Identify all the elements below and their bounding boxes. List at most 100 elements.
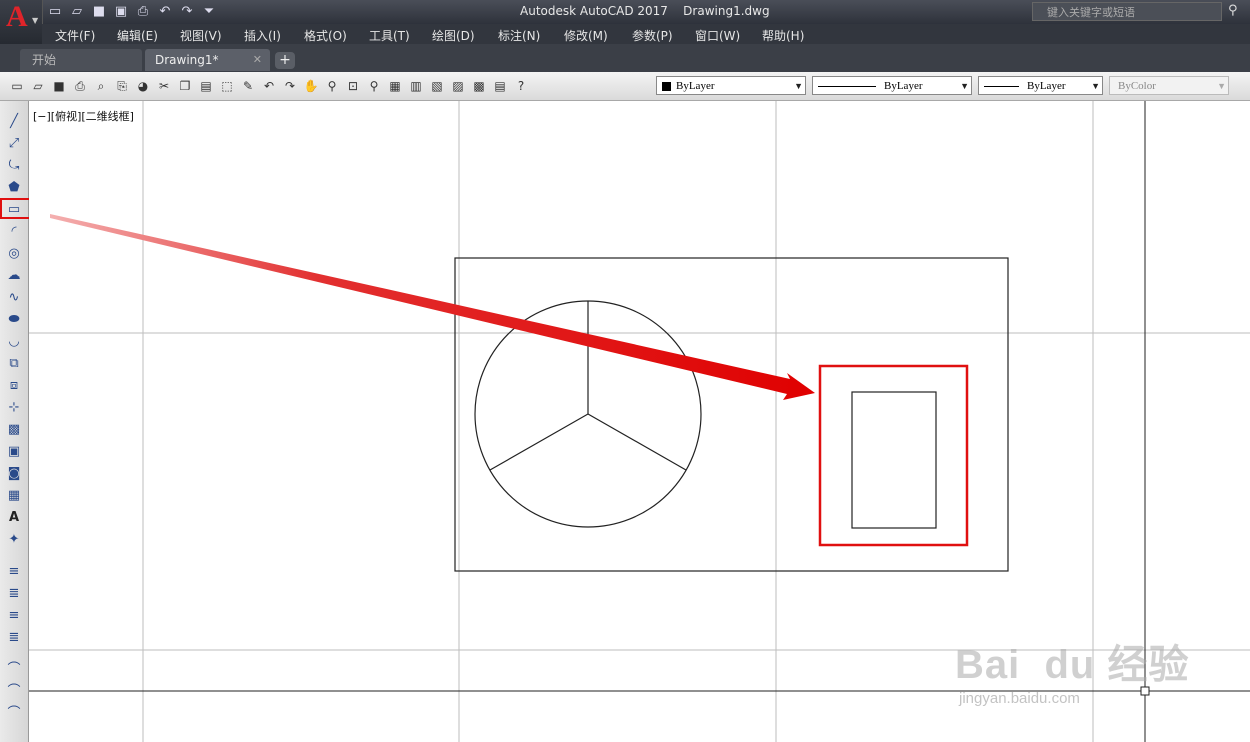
make-block-icon[interactable]: ⧈ xyxy=(5,377,23,395)
plotstyle-value: ByColor xyxy=(1118,80,1156,92)
block-editor-icon[interactable]: ✎ xyxy=(239,77,257,95)
revision-cloud-icon[interactable]: ☁ xyxy=(5,267,23,285)
redo-icon[interactable]: ↷ xyxy=(178,3,196,21)
tab-label: 开始 xyxy=(32,53,57,67)
design-center-icon[interactable]: ▥ xyxy=(407,77,425,95)
spoke-line[interactable] xyxy=(489,413,589,471)
customize-qat-icon[interactable]: ⏷ xyxy=(200,3,218,21)
tab-start[interactable]: 开始 xyxy=(20,49,142,71)
region-icon[interactable]: ◙ xyxy=(5,465,23,483)
linetype-control[interactable]: ByLayer ▼ xyxy=(812,76,972,95)
plotstyle-control: ByColor ▼ xyxy=(1109,76,1229,95)
copy-icon[interactable]: ❐ xyxy=(176,77,194,95)
save-as-icon[interactable]: ▣ xyxy=(112,3,130,21)
lineweight-control[interactable]: ByLayer ▼ xyxy=(978,76,1103,95)
menu-tools[interactable]: 工具(T) xyxy=(369,27,410,44)
hatch-icon[interactable]: ▩ xyxy=(5,421,23,439)
layer-states-icon[interactable]: ≣ xyxy=(5,585,23,603)
color-control[interactable]: ByLayer ▼ xyxy=(656,76,806,95)
gradient-icon[interactable]: ▣ xyxy=(5,443,23,461)
zoom-window-icon[interactable]: ⊡ xyxy=(344,77,362,95)
lineweight-value: ByLayer xyxy=(1027,80,1066,92)
properties-icon[interactable]: ▦ xyxy=(386,77,404,95)
menu-insert[interactable]: 插入(I) xyxy=(244,27,281,44)
print-icon[interactable]: ⎙ xyxy=(134,3,152,21)
circle-icon[interactable]: ◎ xyxy=(5,245,23,263)
insert-block-icon[interactable]: ⧉ xyxy=(5,355,23,373)
menu-window[interactable]: 窗口(W) xyxy=(695,27,740,44)
linetype-preview xyxy=(818,85,876,87)
polyline-icon[interactable]: ⤿ xyxy=(5,157,23,175)
menu-parameter[interactable]: 参数(P) xyxy=(632,27,673,44)
lineweight-preview xyxy=(984,85,1019,87)
edit-polyline-icon[interactable]: ⌒ xyxy=(5,661,23,679)
menu-format[interactable]: 格式(O) xyxy=(304,27,347,44)
undo-icon[interactable]: ↶ xyxy=(156,3,174,21)
construction-line-icon[interactable]: ⤢ xyxy=(5,135,23,153)
pointer-arrow xyxy=(50,214,815,400)
plot-preview-icon[interactable]: ⌕ xyxy=(92,77,110,95)
publish-icon[interactable]: ⎘ xyxy=(113,77,131,95)
edit-hatch-icon[interactable]: ⌒ xyxy=(5,705,23,723)
window-title: Autodesk AutoCAD 2017 Drawing1.dwg xyxy=(520,4,770,18)
undo-icon[interactable]: ↶ xyxy=(260,77,278,95)
tool-palettes-icon[interactable]: ▧ xyxy=(428,77,446,95)
viewport-label[interactable]: [−][俯视][二维线框] xyxy=(33,108,134,124)
close-icon[interactable]: ✕ xyxy=(253,49,262,71)
edit-spline-icon[interactable]: ⌒ xyxy=(5,683,23,701)
open-file-icon[interactable]: ▱ xyxy=(68,3,86,21)
point-icon[interactable]: ⊹ xyxy=(5,399,23,417)
menu-dimension[interactable]: 标注(N) xyxy=(498,27,540,44)
zoom-realtime-icon[interactable]: ⚲ xyxy=(323,77,341,95)
chevron-down-icon: ▼ xyxy=(794,81,803,91)
menu-help[interactable]: 帮助(H) xyxy=(762,27,804,44)
save-icon[interactable]: ■ xyxy=(50,77,68,95)
3d-print-icon[interactable]: ◕ xyxy=(134,77,152,95)
file-tab-bar: 开始 Drawing1* ✕ xyxy=(0,44,1250,72)
binoculars-icon[interactable]: ⚲ xyxy=(1228,3,1238,18)
markup-icon[interactable]: ▩ xyxy=(470,77,488,95)
calculator-icon[interactable]: ▤ xyxy=(491,77,509,95)
chevron-down-icon: ▼ xyxy=(32,16,39,25)
color-swatch xyxy=(662,81,671,91)
polygon-icon[interactable]: ⬟ xyxy=(5,179,23,197)
new-icon[interactable]: ▭ xyxy=(8,77,26,95)
zoom-previous-icon[interactable]: ⚲ xyxy=(365,77,383,95)
menu-file[interactable]: 文件(F) xyxy=(55,27,95,44)
pan-icon[interactable]: ✋ xyxy=(302,77,320,95)
line-icon[interactable]: ╱ xyxy=(5,113,23,131)
layer-previous-icon[interactable]: ≡ xyxy=(5,607,23,625)
spoke-line[interactable] xyxy=(587,413,687,471)
layer-isolate-icon[interactable]: ≣ xyxy=(5,629,23,647)
menu-modify[interactable]: 修改(M) xyxy=(564,27,608,44)
quick-access-toolbar: ▭ ▱ ■ ▣ ⎙ ↶ ↷ ⏷ xyxy=(46,3,218,21)
multiline-text-icon[interactable]: A xyxy=(5,509,23,527)
help-icon[interactable]: ? xyxy=(512,77,530,95)
inner-rectangle[interactable] xyxy=(851,391,937,529)
outer-rectangle[interactable] xyxy=(454,257,1009,572)
cut-icon[interactable]: ✂ xyxy=(155,77,173,95)
save-icon[interactable]: ■ xyxy=(90,3,108,21)
menu-draw[interactable]: 绘图(D) xyxy=(432,27,475,44)
table-icon[interactable]: ▦ xyxy=(5,487,23,505)
redo-icon[interactable]: ↷ xyxy=(281,77,299,95)
watermark-url: jingyan.baidu.com xyxy=(959,690,1080,707)
application-menu-button[interactable]: A ▼ xyxy=(0,0,43,44)
menu-view[interactable]: 视图(V) xyxy=(180,27,222,44)
plot-icon[interactable]: ⎙ xyxy=(71,77,89,95)
tab-drawing1[interactable]: Drawing1* ✕ xyxy=(145,49,270,71)
add-selected-icon[interactable]: ✦ xyxy=(5,531,23,549)
sheet-set-icon[interactable]: ▨ xyxy=(449,77,467,95)
search-input[interactable]: 键入关键字或短语 xyxy=(1032,2,1222,21)
arc-icon[interactable]: ◜ xyxy=(5,223,23,241)
menu-edit[interactable]: 编辑(E) xyxy=(117,27,158,44)
new-file-icon[interactable]: ▭ xyxy=(46,3,64,21)
paste-icon[interactable]: ▤ xyxy=(197,77,215,95)
ellipse-arc-icon[interactable]: ◡ xyxy=(5,333,23,351)
match-properties-icon[interactable]: ⬚ xyxy=(218,77,236,95)
new-tab-button[interactable]: + xyxy=(275,52,295,69)
ellipse-icon[interactable]: ⬬ xyxy=(5,311,23,329)
open-icon[interactable]: ▱ xyxy=(29,77,47,95)
spline-icon[interactable]: ∿ xyxy=(5,289,23,307)
layer-icon[interactable]: ≡ xyxy=(5,563,23,581)
